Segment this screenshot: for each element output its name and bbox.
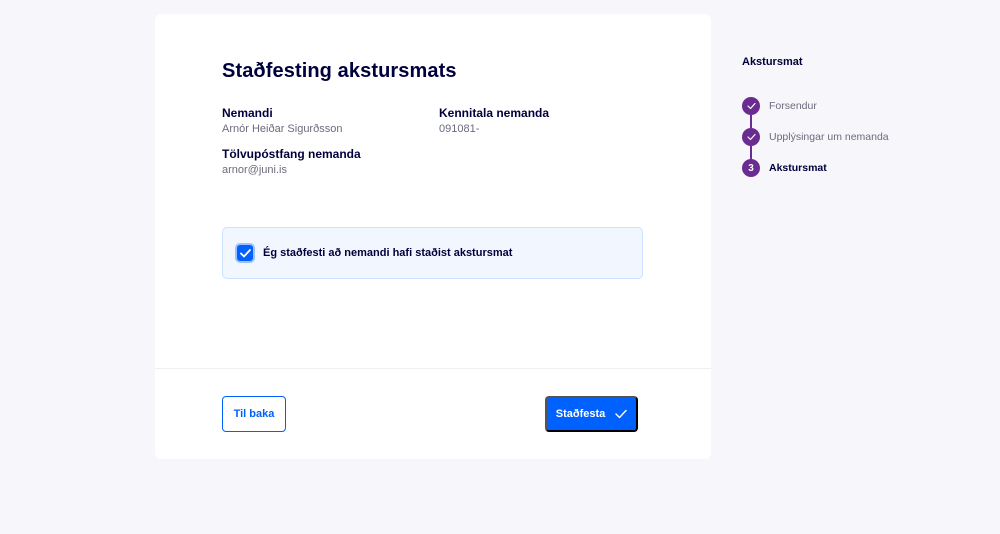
kennitala-label: Kennitala nemanda [439, 106, 550, 120]
step-done-circle [742, 128, 760, 146]
confirm-button[interactable]: Staðfesta [545, 396, 638, 432]
email-field: Tölvupóstfang nemanda arnor@juni.is [222, 146, 361, 178]
step-forsendur[interactable]: Forsendur [742, 97, 889, 128]
stepper-title: Akstursmat [742, 56, 803, 68]
step-akstursmat: 3 Akstursmat [742, 159, 889, 190]
step-connector [750, 115, 752, 128]
divider [155, 368, 711, 369]
check-icon [239, 248, 251, 257]
kennitala-field: Kennitala nemanda 091081- [439, 105, 549, 137]
confirm-box[interactable]: Ég staðfesti að nemandi hafi staðist aks… [222, 227, 643, 279]
step-done-circle [742, 97, 760, 115]
check-icon [615, 409, 627, 419]
student-value: Arnór Heiðar Sigurðsson [222, 123, 343, 135]
step-number-circle: 3 [742, 159, 760, 177]
back-button[interactable]: Til baka [222, 396, 286, 432]
step-label: Forsendur [769, 100, 817, 112]
step-label: Akstursmat [769, 162, 827, 174]
confirm-checkbox-label[interactable]: Ég staðfesti að nemandi hafi staðist aks… [263, 247, 512, 259]
confirm-button-label: Staðfesta [555, 408, 606, 420]
email-value: arnor@juni.is [222, 164, 287, 176]
page-title: Staðfesting akstursmats [222, 60, 457, 82]
email-label: Tölvupóstfang nemanda [222, 147, 361, 161]
student-label: Nemandi [222, 106, 273, 120]
check-icon [746, 133, 756, 141]
stepper: Forsendur Upplýsingar um nemanda 3 Akstu… [742, 97, 889, 190]
form-card: Staðfesting akstursmats Nemandi Arnór He… [155, 14, 711, 459]
kennitala-value: 091081- [439, 123, 480, 135]
step-upplysingar[interactable]: Upplýsingar um nemanda [742, 128, 889, 159]
student-field: Nemandi Arnór Heiðar Sigurðsson [222, 105, 342, 137]
confirm-checkbox[interactable] [237, 245, 253, 261]
step-connector [750, 146, 752, 159]
check-icon [746, 102, 756, 110]
step-label: Upplýsingar um nemanda [769, 131, 889, 143]
